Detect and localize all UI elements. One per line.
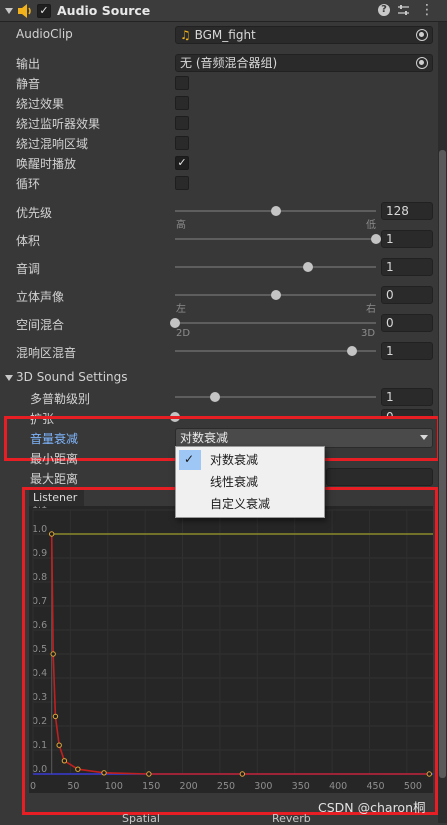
pitch-slider-knob[interactable] [302,262,313,272]
output-picker-icon[interactable] [416,57,428,69]
scrollbar-thumb[interactable] [439,150,446,778]
object-picker-icon[interactable] [416,29,428,41]
priority-max-label: 低 [366,220,376,231]
audioclip-field[interactable]: ♫ BGM_fight [175,26,433,44]
spatial-blend-slider-track[interactable] [175,322,376,324]
volume-label: 体积 [16,234,41,248]
stereo-pan-label: 立体声像 [16,290,65,304]
volume-slider-track[interactable] [175,238,376,240]
sound3d-title[interactable]: 3D Sound Settings [16,370,128,384]
loop-label: 循环 [16,177,41,191]
priority-min-label: 高 [176,220,186,231]
spatial-blend-value-field[interactable]: 0 [381,314,433,332]
doppler-slider-knob[interactable] [210,392,221,402]
doppler-label: 多普勒级别 [30,392,91,406]
audio-speaker-icon [18,4,31,18]
volume-value-field[interactable]: 1 [381,230,433,248]
component-header[interactable]: ✓ Audio Source ? ⋮ [0,0,447,22]
loop-checkbox[interactable] [175,176,189,190]
stereo-pan-max-label: 右 [366,304,376,315]
sound3d-foldout-arrow-icon[interactable] [5,375,13,381]
doppler-value-field[interactable]: 1 [381,388,433,406]
audioclip-value: BGM_fight [194,28,256,42]
menu-item-linear-rolloff[interactable]: 线性衰减 [176,472,324,492]
reverb-tab[interactable]: Reverb [272,812,311,825]
play-on-awake-checkbox[interactable]: ✓ [175,156,189,170]
priority-label: 优先级 [16,206,53,220]
component-title: Audio Source [57,3,151,18]
spatial-tab[interactable]: Spatial [122,812,160,825]
sliders-icon[interactable] [397,4,410,17]
pitch-value-field[interactable]: 1 [381,258,433,276]
output-field[interactable]: 无 (音频混合器组) [175,54,433,72]
bypass-reverb-zones-checkbox[interactable] [175,136,189,150]
spatial-blend-slider-knob[interactable] [170,318,180,328]
output-value: 无 (音频混合器组) [180,56,278,70]
bypass-effects-label: 绕过效果 [16,97,65,111]
output-label: 输出 [16,57,41,71]
bypass-listener-effects-checkbox[interactable] [175,116,189,130]
kebab-icon[interactable]: ⋮ [420,2,434,18]
graph-highlight-box [22,487,438,815]
reverb-zone-mix-value-field[interactable]: 1 [381,342,433,360]
max-distance-field[interactable] [326,468,433,486]
enabled-checkbox[interactable]: ✓ [37,4,51,18]
min-distance-label: 最小距离 [30,452,79,466]
mute-checkbox[interactable] [175,76,189,90]
pitch-label: 音调 [16,262,41,276]
reverb-zone-mix-slider-track[interactable] [175,350,376,352]
bypass-listener-effects-label: 绕过监听器效果 [16,117,101,131]
stereo-pan-slider-knob[interactable] [270,290,281,300]
bypass-reverb-zones-label: 绕过混响区域 [16,137,89,151]
help-icon[interactable]: ? [378,4,390,16]
stereo-pan-value-field[interactable]: 0 [381,286,433,304]
volume-slider-knob[interactable] [371,234,381,244]
menu-item-custom-rolloff[interactable]: 自定义衰减 [176,494,324,514]
reverb-zone-mix-slider-knob[interactable] [346,346,357,356]
play-on-awake-label: 唤醒时播放 [16,157,77,171]
inspector-scrollbar[interactable] [438,22,447,823]
stereo-pan-min-label: 左 [176,304,186,315]
spatial-blend-max-label: 3D [361,328,376,339]
priority-slider-knob[interactable] [270,206,281,216]
rolloff-menu[interactable]: ✓ 对数衰减 线性衰减 自定义衰减 [175,446,325,518]
reverb-zone-mix-label: 混响区混音 [16,346,77,360]
menu-item-logarithmic-rolloff[interactable]: 对数衰减 [176,450,324,470]
audioclip-label: AudioClip [16,27,73,41]
mute-label: 静音 [16,77,41,91]
max-distance-label: 最大距离 [30,472,79,486]
pitch-slider-track[interactable] [175,266,376,268]
spatial-blend-label: 空间混合 [16,318,65,332]
music-note-icon: ♫ [180,28,191,42]
bypass-effects-checkbox[interactable] [175,96,189,110]
priority-value-field[interactable]: 128 [381,202,433,220]
spatial-blend-min-label: 2D [176,328,191,339]
collapse-arrow-icon[interactable] [5,8,13,14]
doppler-slider-track[interactable] [175,396,376,398]
watermark: CSDN @charon桐 [318,800,426,815]
